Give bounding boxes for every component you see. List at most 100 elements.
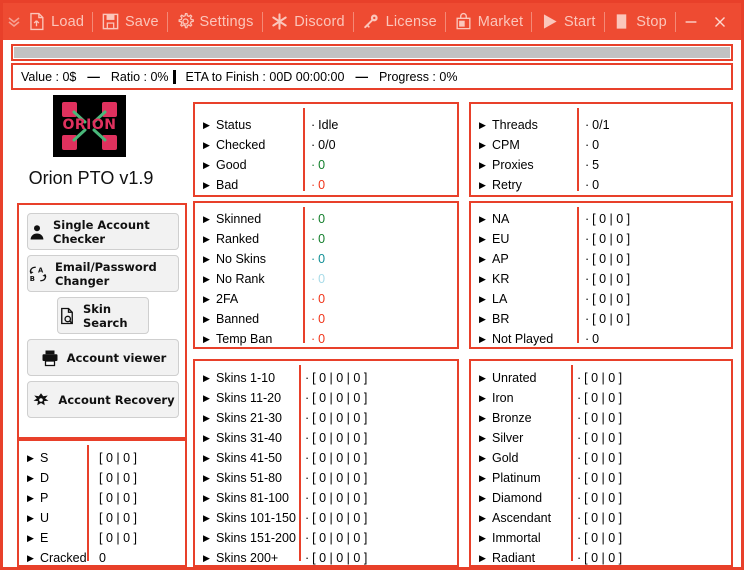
stat-row[interactable]: ▶ Skins 41-50 ·[ 0 | 0 | 0 ] (195, 448, 457, 468)
button-account-recovery[interactable]: Account Recovery (27, 381, 179, 418)
stat-row-value: ·[ 0 | 0 ] (577, 471, 623, 485)
toolbar-button-stop[interactable]: Stop (605, 7, 674, 37)
stat-row-value: ·[ 0 | 0 | 0 ] (305, 391, 368, 405)
toolbar-button-discord[interactable]: Discord (263, 7, 352, 37)
stat-row[interactable]: ▶ Banned · 0 (195, 309, 457, 329)
toolbar-button-market[interactable]: Market (447, 7, 531, 37)
stat-row[interactable]: ▶ S [ 0 | 0 ] (19, 448, 185, 468)
expand-arrow-icon: ▶ (27, 452, 34, 463)
stat-row[interactable]: ▶ Bronze ·[ 0 | 0 ] (471, 408, 731, 428)
stat-row-label: Gold (492, 451, 519, 465)
stat-row-value: · 0 (311, 212, 326, 226)
toolbar-separator (531, 11, 532, 32)
toolbar-button-save[interactable]: Save (94, 7, 166, 37)
expand-arrow-icon: ▶ (479, 512, 486, 523)
expand-arrow-icon: ▶ (203, 139, 210, 150)
stat-row[interactable]: ▶ Temp Ban · 0 (195, 329, 457, 349)
value-bullet: · (577, 471, 582, 485)
stat-row[interactable]: ▶ Status · Idle (195, 115, 457, 135)
expand-arrow-icon: ▶ (479, 159, 486, 170)
stat-row[interactable]: ▶ P [ 0 | 0 ] (19, 488, 185, 508)
stat-row-label: D (40, 471, 50, 485)
stat-row[interactable]: ▶ CPM · 0 (471, 135, 731, 155)
stat-row[interactable]: ▶ LA ·[ 0 | 0 ] (471, 289, 731, 309)
capture-rows: ▶ S [ 0 | 0 ] ▶ D [ 0 | 0 ] ▶ P [ 0 | 0 ] ▶ U [ 0 |… (19, 441, 185, 565)
stat-row[interactable]: ▶ D [ 0 | 0 ] (19, 468, 185, 488)
stat-row[interactable]: ▶ Bad · 0 (195, 175, 457, 195)
minimize-button[interactable] (677, 5, 706, 39)
stat-row[interactable]: ▶ Ascendant ·[ 0 | 0 ] (471, 508, 731, 528)
stat-row[interactable]: ▶ Skins 11-20 ·[ 0 | 0 | 0 ] (195, 388, 457, 408)
stat-row[interactable]: ▶ No Rank · 0 (195, 269, 457, 289)
stat-row-value: ·[ 0 | 0 ] (585, 252, 631, 266)
toolbar-label-settings: Settings (199, 13, 254, 30)
stat-row[interactable]: ▶ Retry · 0 (471, 175, 731, 195)
toolbar-label-stop: Stop (636, 13, 667, 30)
toolbar-button-license[interactable]: License (355, 7, 444, 37)
stat-row[interactable]: ▶ Platinum ·[ 0 | 0 ] (471, 468, 731, 488)
stat-row[interactable]: ▶ E [ 0 | 0 ] (19, 528, 185, 548)
stat-row[interactable]: ▶ Skins 101-150 ·[ 0 | 0 | 0 ] (195, 508, 457, 528)
value-bullet: · (305, 531, 310, 545)
stat-row-value: · 0 (311, 158, 326, 172)
stat-row[interactable]: ▶ Unrated ·[ 0 | 0 ] (471, 368, 731, 388)
stat-row[interactable]: ▶ Checked · 0/0 (195, 135, 457, 155)
button-single-account-checker[interactable]: Single Account Checker (27, 213, 179, 250)
stat-row-value: ·[ 0 | 0 ] (577, 371, 623, 385)
toolbar-button-load[interactable]: Load (20, 7, 91, 37)
toolbar-separator (261, 11, 263, 32)
toolbar-button-settings[interactable]: Settings (169, 7, 261, 37)
stat-row[interactable]: ▶ Skins 21-30 ·[ 0 | 0 | 0 ] (195, 408, 457, 428)
stat-row[interactable]: ▶ No Skins · 0 (195, 249, 457, 269)
stat-row[interactable]: ▶ Skins 51-80 ·[ 0 | 0 | 0 ] (195, 468, 457, 488)
stat-row[interactable]: ▶ Skinned · 0 (195, 209, 457, 229)
stat-row[interactable]: ▶ Skins 1-10 ·[ 0 | 0 | 0 ] (195, 368, 457, 388)
stat-row[interactable]: ▶ Skins 81-100 ·[ 0 | 0 | 0 ] (195, 488, 457, 508)
button-label: Single Account Checker (53, 217, 150, 246)
stat-row-label: Skins 51-80 (216, 471, 283, 485)
stat-row[interactable]: ▶ NA ·[ 0 | 0 ] (471, 209, 731, 229)
expand-arrow-icon: ▶ (479, 313, 486, 324)
stat-row[interactable]: ▶ BR ·[ 0 | 0 ] (471, 309, 731, 329)
expand-arrow-icon: ▶ (203, 392, 210, 403)
stat-row[interactable]: ▶ Skins 151-200 ·[ 0 | 0 | 0 ] (195, 528, 457, 548)
stat-row[interactable]: ▶ Radiant ·[ 0 | 0 ] (471, 548, 731, 567)
stat-row[interactable]: ▶ Gold ·[ 0 | 0 ] (471, 448, 731, 468)
toolbar-separator (444, 11, 446, 32)
toolbar-button-start[interactable]: Start (533, 7, 603, 37)
stat-row[interactable]: ▶ Cracked 0 (19, 548, 185, 567)
stat-row[interactable]: ▶ EU ·[ 0 | 0 ] (471, 229, 731, 249)
button-account-viewer[interactable]: Account viewer (27, 339, 179, 376)
expand-arrow-icon: ▶ (479, 233, 486, 244)
stat-row-label: AP (492, 252, 509, 266)
value-bullet: · (585, 332, 590, 346)
stat-row[interactable]: ▶ Skins 200+ ·[ 0 | 0 | 0 ] (195, 548, 457, 567)
stat-row[interactable]: ▶ Diamond ·[ 0 | 0 ] (471, 488, 731, 508)
stat-row[interactable]: ▶ Immortal ·[ 0 | 0 ] (471, 528, 731, 548)
stat-row-label: Bronze (492, 411, 532, 425)
stat-row[interactable]: ▶ Skins 31-40 ·[ 0 | 0 | 0 ] (195, 428, 457, 448)
stat-row-label: Skins 200+ (216, 551, 279, 565)
stat-row[interactable]: ▶ 2FA · 0 (195, 289, 457, 309)
stat-row-label: Checked (216, 138, 266, 152)
stat-row[interactable]: ▶ Not Played · 0 (471, 329, 731, 349)
stat-row[interactable]: ▶ Threads · 0/1 (471, 115, 731, 135)
stat-row-label: NA (492, 212, 510, 226)
stat-row-value: · 0 (311, 312, 326, 326)
button-email-password-changer[interactable]: A B Email/Password Changer (27, 255, 179, 292)
close-button[interactable] (706, 5, 735, 39)
stat-row[interactable]: ▶ Proxies · 5 (471, 155, 731, 175)
stat-row[interactable]: ▶ Ranked · 0 (195, 229, 457, 249)
expand-arrow-icon: ▶ (27, 492, 34, 503)
stat-row[interactable]: ▶ U [ 0 | 0 ] (19, 508, 185, 528)
status-strip: Value : 0$ — Ratio : 0% ETA to Finish : … (11, 63, 733, 90)
stat-row[interactable]: ▶ Good · 0 (195, 155, 457, 175)
value-bullet: · (311, 232, 316, 246)
stat-row[interactable]: ▶ KR ·[ 0 | 0 ] (471, 269, 731, 289)
stat-row[interactable]: ▶ AP ·[ 0 | 0 ] (471, 249, 731, 269)
expand-chevron-icon[interactable] (7, 7, 20, 37)
stat-row[interactable]: ▶ Silver ·[ 0 | 0 ] (471, 428, 731, 448)
value-bullet: · (311, 212, 316, 226)
button-skin-search[interactable]: Skin Search (57, 297, 149, 334)
stat-row[interactable]: ▶ Iron ·[ 0 | 0 ] (471, 388, 731, 408)
